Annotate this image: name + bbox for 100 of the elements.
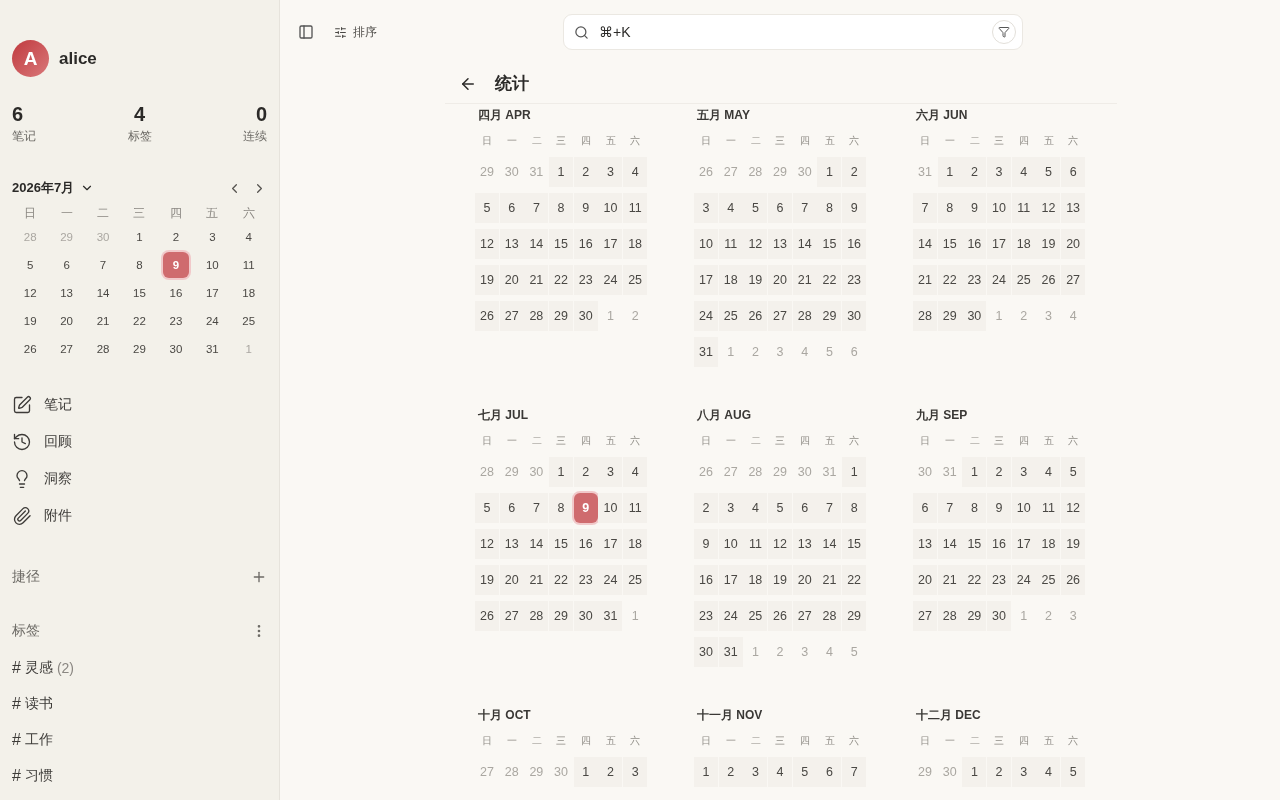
calendar-day[interactable]: 4	[1036, 457, 1061, 487]
calendar-day[interactable]: 27	[1061, 265, 1086, 295]
calendar-day[interactable]: 10	[694, 229, 718, 259]
calendar-day[interactable]: 30	[694, 637, 718, 667]
calendar-day[interactable]: 19	[475, 565, 499, 595]
calendar-day[interactable]: 19	[17, 308, 44, 334]
calendar-day[interactable]: 10	[718, 529, 743, 559]
calendar-day[interactable]: 10	[598, 193, 623, 223]
calendar-day[interactable]: 12	[768, 529, 793, 559]
calendar-day[interactable]: 23	[573, 565, 598, 595]
calendar-day[interactable]: 28	[817, 601, 842, 631]
calendar-day[interactable]: 2	[842, 157, 867, 187]
calendar-day[interactable]: 20	[499, 565, 524, 595]
calendar-day[interactable]: 1	[694, 757, 718, 787]
calendar-day[interactable]: 28	[937, 601, 962, 631]
calendar-day[interactable]: 26	[475, 601, 499, 631]
calendar-day[interactable]: 1	[573, 757, 598, 787]
calendar-day[interactable]: 24	[718, 601, 743, 631]
calendar-day[interactable]: 12	[1036, 193, 1061, 223]
calendar-day[interactable]: 5	[768, 493, 793, 523]
calendar-day[interactable]: 9	[842, 193, 867, 223]
calendar-day[interactable]: 18	[623, 529, 648, 559]
calendar-day[interactable]: 9	[573, 193, 598, 223]
calendar-day[interactable]: 1	[962, 457, 987, 487]
calendar-day[interactable]: 1	[962, 757, 987, 787]
calendar-day[interactable]: 7	[842, 757, 867, 787]
calendar-day[interactable]: 10	[1011, 493, 1036, 523]
calendar-day[interactable]: 1	[549, 457, 574, 487]
calendar-day[interactable]: 12	[1061, 493, 1086, 523]
calendar-day[interactable]: 26	[768, 601, 793, 631]
calendar-day[interactable]: 7	[937, 493, 962, 523]
calendar-day[interactable]: 1	[842, 457, 867, 487]
calendar-day[interactable]: 7	[817, 493, 842, 523]
calendar-day[interactable]: 18	[718, 265, 743, 295]
calendar-day[interactable]: 5	[475, 493, 499, 523]
calendar-day[interactable]: 24	[199, 308, 226, 334]
calendar-day[interactable]: 15	[549, 229, 574, 259]
calendar-day[interactable]: 29	[842, 601, 867, 631]
calendar-day[interactable]: 31	[199, 336, 226, 362]
calendar-day[interactable]: 28	[90, 336, 117, 362]
calendar-day[interactable]: 24	[1011, 565, 1036, 595]
calendar-day[interactable]: 22	[842, 565, 867, 595]
calendar-day[interactable]: 11	[1036, 493, 1061, 523]
calendar-day[interactable]: 29	[126, 336, 153, 362]
month-picker[interactable]: 2026年7月	[12, 179, 95, 197]
calendar-day[interactable]: 9	[987, 493, 1012, 523]
calendar-day[interactable]: 25	[623, 265, 648, 295]
calendar-day[interactable]: 5	[1061, 757, 1086, 787]
calendar-day[interactable]: 18	[235, 280, 262, 306]
calendar-day[interactable]: 12	[743, 229, 768, 259]
calendar-day[interactable]: 14	[792, 229, 817, 259]
calendar-day[interactable]: 3	[1011, 757, 1036, 787]
calendar-day[interactable]: 11	[743, 529, 768, 559]
calendar-day[interactable]: 13	[53, 280, 80, 306]
calendar-day[interactable]: 9	[962, 193, 987, 223]
calendar-day[interactable]: 25	[235, 308, 262, 334]
calendar-day[interactable]: 12	[475, 229, 499, 259]
calendar-day[interactable]: 15	[549, 529, 574, 559]
calendar-day[interactable]: 20	[1061, 229, 1086, 259]
sort-button[interactable]: 排序	[330, 19, 381, 45]
calendar-day[interactable]: 21	[937, 565, 962, 595]
calendar-day[interactable]: 1	[937, 157, 962, 187]
calendar-day[interactable]: 22	[126, 308, 153, 334]
calendar-day[interactable]: 13	[499, 229, 524, 259]
calendar-day[interactable]: 7	[524, 493, 549, 523]
calendar-day[interactable]: 8	[842, 493, 867, 523]
calendar-day[interactable]: 23	[573, 265, 598, 295]
calendar-day[interactable]: 6	[499, 493, 524, 523]
calendar-day[interactable]: 22	[962, 565, 987, 595]
calendar-day[interactable]: 4	[743, 493, 768, 523]
calendar-day[interactable]: 19	[768, 565, 793, 595]
calendar-day[interactable]: 2	[162, 224, 189, 250]
calendar-day[interactable]: 3	[718, 493, 743, 523]
calendar-day[interactable]: 26	[743, 301, 768, 331]
calendar-day[interactable]: 17	[718, 565, 743, 595]
calendar-day[interactable]: 19	[475, 265, 499, 295]
calendar-day[interactable]: 16	[694, 565, 718, 595]
calendar-day[interactable]: 29	[549, 301, 574, 331]
calendar-day[interactable]: 10	[199, 252, 226, 278]
calendar-day[interactable]: 25	[743, 601, 768, 631]
add-button[interactable]	[251, 569, 267, 585]
calendar-day[interactable]: 30	[987, 601, 1012, 631]
tag-item[interactable]: # 灵感 (2)	[12, 656, 267, 680]
calendar-day[interactable]: 16	[162, 280, 189, 306]
calendar-day[interactable]: 5	[743, 193, 768, 223]
calendar-day[interactable]: 13	[1061, 193, 1086, 223]
calendar-day[interactable]: 6	[1061, 157, 1086, 187]
tag-item[interactable]: # 工作	[12, 728, 267, 752]
calendar-day[interactable]: 15	[962, 529, 987, 559]
calendar-day[interactable]: 19	[1061, 529, 1086, 559]
calendar-day[interactable]: 31	[598, 601, 623, 631]
calendar-day[interactable]: 22	[549, 565, 574, 595]
calendar-day[interactable]: 18	[743, 565, 768, 595]
calendar-day[interactable]: 24	[694, 301, 718, 331]
calendar-day[interactable]: 8	[549, 493, 574, 523]
calendar-day[interactable]: 11	[623, 493, 648, 523]
calendar-day[interactable]: 17	[598, 529, 623, 559]
calendar-day[interactable]: 3	[199, 224, 226, 250]
calendar-day[interactable]: 22	[817, 265, 842, 295]
calendar-day[interactable]: 31	[718, 637, 743, 667]
